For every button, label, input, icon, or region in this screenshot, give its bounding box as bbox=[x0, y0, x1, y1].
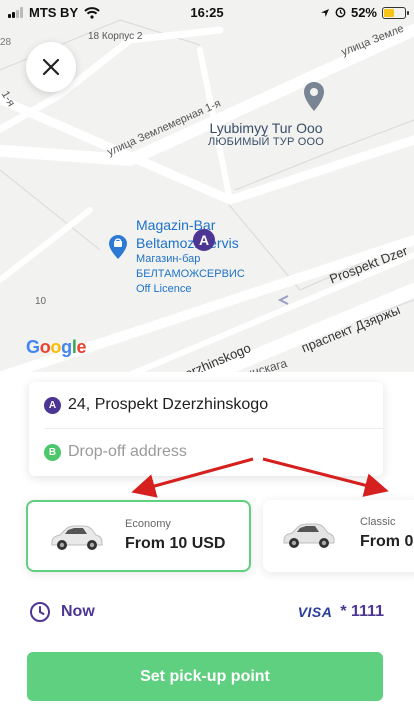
tariff-classic-price: From 0 bbox=[360, 533, 414, 550]
close-button[interactable] bbox=[26, 42, 76, 92]
pickup-address: 24, Prospekt Dzerzhinskogo bbox=[68, 396, 269, 413]
car-classic-icon bbox=[283, 523, 335, 548]
shop-pin-icon[interactable] bbox=[108, 234, 128, 260]
alarm-icon bbox=[335, 7, 346, 18]
poi-lyubimyy-tur-name: Lyubimyy Tur Ooo bbox=[209, 120, 323, 136]
tariff-classic[interactable]: Classic From 0 bbox=[263, 500, 414, 572]
poi-magazin-bar-ru-2: БЕЛТАМОЖСЕРВИС bbox=[136, 268, 245, 280]
map-label-28: 28 bbox=[0, 37, 12, 48]
tariff-economy-price: From 10 USD bbox=[125, 535, 226, 552]
arrow-left-icon bbox=[131, 457, 254, 498]
set-pickup-button[interactable]: Set pick-up point bbox=[27, 652, 383, 701]
battery-icon bbox=[382, 6, 409, 19]
tariff-economy[interactable]: Economy From 10 USD bbox=[26, 500, 251, 572]
pickup-address-row[interactable]: A 24, Prospekt Dzerzhinskogo bbox=[44, 382, 374, 428]
annotation-arrows bbox=[131, 457, 389, 498]
poi-lyubimyy-tur[interactable]: Lyubimyy Tur Ooo ЛЮБИМЫЙ ТУР ООО bbox=[196, 120, 336, 148]
poi-lyubimyy-tur-name-ru: ЛЮБИМЫЙ ТУР ООО bbox=[207, 136, 325, 148]
battery-percent: 52% bbox=[350, 5, 377, 20]
poi-magazin-bar-title: Magazin-Bar bbox=[136, 217, 216, 233]
poi-magazin-bar[interactable]: Magazin-Bar Beltamozhservis Магазин-бар … bbox=[136, 216, 245, 297]
time-option-label: Now bbox=[61, 603, 95, 620]
pickup-marker-a[interactable]: A bbox=[193, 229, 215, 251]
poi-magazin-bar-type: Off Licence bbox=[136, 283, 192, 295]
map-pin-icon[interactable] bbox=[302, 81, 326, 113]
map-label-korpus: 18 Корпус 2 bbox=[88, 31, 143, 42]
tariff-classic-name: Classic bbox=[360, 516, 396, 528]
payment-method[interactable]: VISA * 1111 bbox=[298, 603, 384, 621]
google-logo: Google bbox=[26, 337, 87, 357]
time-selector[interactable]: Now bbox=[29, 601, 95, 623]
car-economy-icon bbox=[51, 525, 103, 550]
map-label-10: 10 bbox=[35, 296, 47, 307]
location-arrow-icon bbox=[320, 8, 329, 17]
status-bar: MTS BY 16:25 52% bbox=[0, 0, 414, 26]
card-number: * 1111 bbox=[340, 603, 384, 620]
close-icon bbox=[42, 58, 60, 76]
tariff-economy-name: Economy bbox=[125, 518, 171, 530]
poi-magazin-bar-ru: Магазин-бар bbox=[136, 253, 201, 265]
poi-magazin-bar-title-2: Beltamozhservis bbox=[136, 235, 239, 251]
clock-icon bbox=[30, 602, 50, 622]
point-a-badge: A bbox=[44, 396, 61, 414]
visa-icon: VISA bbox=[297, 604, 333, 620]
arrow-right-icon bbox=[262, 457, 389, 497]
status-bar-right: 52% bbox=[320, 5, 409, 20]
